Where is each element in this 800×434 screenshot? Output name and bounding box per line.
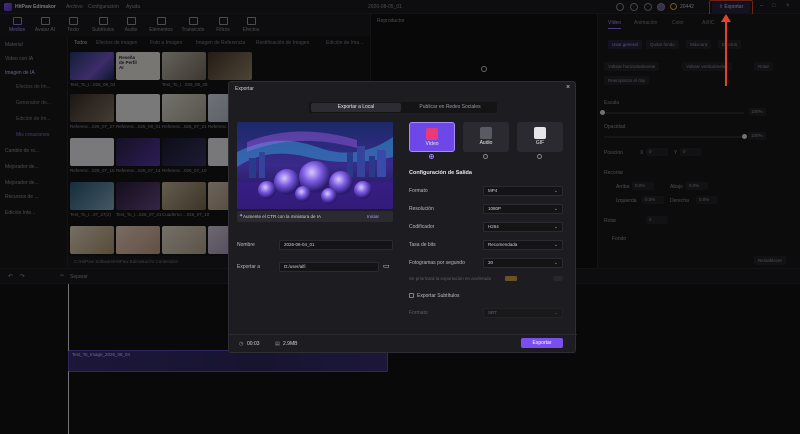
export-subtitles-label: Exportar Subtítulos	[417, 293, 460, 299]
export-dialog: Exportar × Exportar a Local Publicar en …	[228, 81, 577, 353]
ai-thumbnail-text: Aumente el CTR con la miniatura de IA	[243, 214, 322, 219]
gpu-accel-toggle[interactable]	[553, 276, 563, 281]
bitrate-label: Tasa de bits	[409, 242, 436, 248]
chevron-down-icon: ⌄	[553, 188, 558, 194]
annotation-arrow-shaft	[725, 18, 727, 86]
subtitle-format-label: Formato	[409, 310, 428, 316]
subtitle-format-value: SRT	[488, 310, 497, 315]
gpu-accel-label: Se priorizará la exportación en acelerad…	[409, 276, 492, 281]
subtitle-format-select[interactable]: SRT ⌄	[483, 308, 563, 318]
dialog-close-icon[interactable]: ×	[566, 84, 570, 91]
resolution-value: 1080P	[488, 206, 502, 211]
format-select[interactable]: MP4 ⌄	[483, 186, 563, 196]
format-gif-label: GIF	[535, 140, 545, 146]
bitrate-value: Recomendada	[488, 242, 518, 247]
export-preview-thumbnail	[237, 122, 393, 209]
fps-select[interactable]: 30 ⌄	[483, 258, 563, 268]
video-icon	[426, 128, 438, 140]
chevron-down-icon: ⌄	[553, 206, 558, 212]
segment-social[interactable]: Publicar en Redes Sociales	[405, 103, 495, 112]
export-path-input[interactable]: D:/user/alfi	[279, 262, 379, 272]
segment-export-local[interactable]: Exportar a Local	[311, 103, 401, 112]
export-duration: 00:03	[247, 341, 260, 347]
fps-label: Fotogramas por segundo	[409, 260, 465, 266]
radio-gif[interactable]	[537, 154, 542, 159]
fps-value: 30	[488, 260, 494, 265]
radio-audio[interactable]	[483, 154, 488, 159]
export-button[interactable]: Exportar	[521, 338, 563, 348]
export-to-label: Exportar a	[237, 264, 261, 270]
format-gif-card[interactable]: GIF	[517, 122, 563, 152]
vip-badge	[505, 276, 517, 281]
chevron-down-icon: ⌄	[553, 224, 558, 230]
encoder-select[interactable]: H264 ⌄	[483, 222, 563, 232]
chevron-down-icon: ⌄	[553, 242, 558, 248]
format-value: MP4	[488, 188, 498, 193]
name-label: Nombre	[237, 242, 255, 248]
resolution-label: Resolución	[409, 206, 434, 212]
format-audio-card[interactable]: Audio	[463, 122, 509, 152]
radio-video[interactable]	[429, 154, 434, 159]
dialog-title: Exportar	[235, 86, 254, 92]
preview-image	[237, 122, 393, 209]
format-audio-label: Audio	[479, 140, 493, 146]
gif-icon	[534, 127, 546, 139]
format-label: Formato	[409, 188, 428, 194]
chevron-down-icon: ⌄	[553, 310, 558, 316]
folder-icon[interactable]: ▭	[383, 262, 390, 270]
encoder-value: H264	[488, 224, 499, 229]
format-video-label: Vídeo	[425, 141, 439, 147]
resolution-select[interactable]: 1080P ⌄	[483, 204, 563, 214]
name-input[interactable]: 2026-08-04_01	[279, 240, 393, 250]
clock-icon: ◷	[239, 341, 244, 347]
export-subtitles-checkbox[interactable]	[409, 293, 414, 298]
export-file-size: 2.9MB	[283, 341, 298, 347]
encoder-label: Codificador	[409, 224, 435, 230]
file-size-icon: ▤	[275, 341, 280, 347]
ai-thumbnail-start-link[interactable]: Iniciar	[367, 214, 379, 219]
format-video-card[interactable]: Vídeo	[409, 122, 455, 152]
output-config-title: Configuración de Salida	[409, 170, 472, 176]
audio-note-icon	[480, 127, 492, 139]
annotation-arrow-icon	[721, 14, 731, 22]
chevron-down-icon: ⌄	[553, 260, 558, 266]
bitrate-select[interactable]: Recomendada ⌄	[483, 240, 563, 250]
